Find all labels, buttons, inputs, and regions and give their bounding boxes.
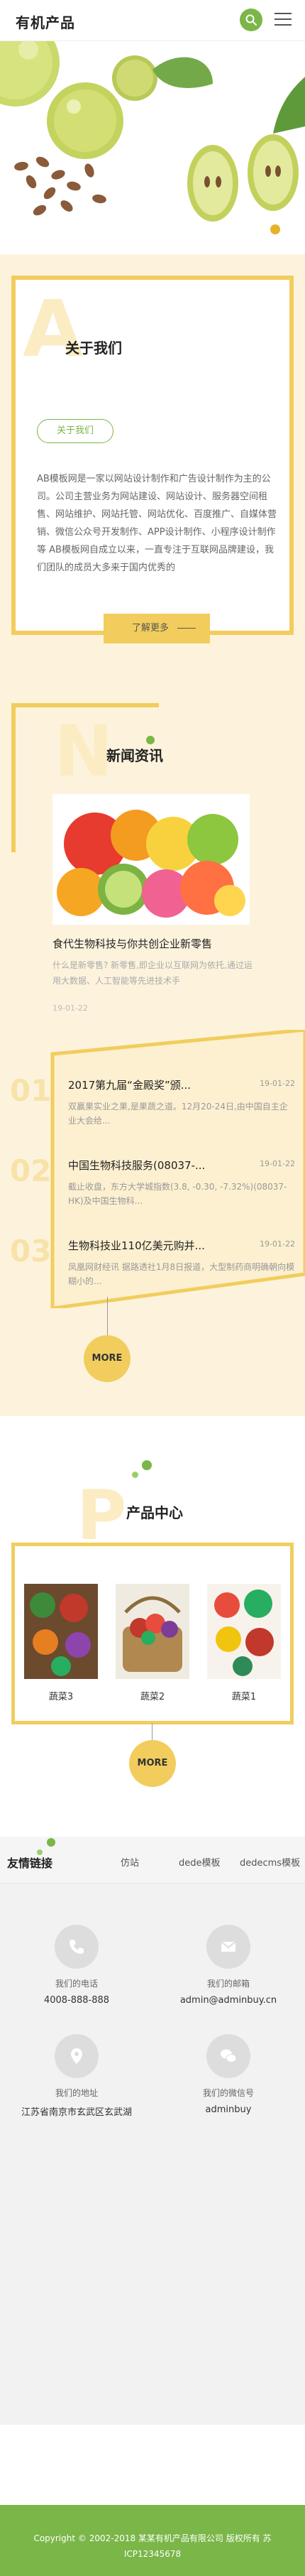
news-item[interactable]: 03 生物科技业110亿美元购并... 19-01-22 凤凰网财经讯 据路透社… xyxy=(10,1234,295,1288)
product-card[interactable]: 蔬菜3 xyxy=(24,1584,98,1702)
product-card[interactable]: 蔬菜1 xyxy=(207,1584,281,1702)
banner-image xyxy=(0,41,305,254)
news-item[interactable]: 02 中国生物科技服务(08037-... 19-01-22 截止收盘，东方大学… xyxy=(10,1153,295,1208)
news-item-title[interactable]: 中国生物科技服务(08037-... xyxy=(68,1158,231,1173)
leaf-dot-icon xyxy=(142,1460,152,1470)
product-image[interactable] xyxy=(207,1584,281,1679)
about-title: 关于我们 xyxy=(65,339,122,357)
products-title: 产品中心 xyxy=(126,1504,183,1521)
contact-section: 我们的电话 4008-888-888 我们的邮箱 admin@adminbuy.… xyxy=(0,1884,305,2425)
contact-value: 江苏省南京市玄武区玄武湖 xyxy=(21,2107,132,2118)
contact-value[interactable]: admin@adminbuy.cn xyxy=(157,1995,299,2006)
contact-label: 我们的电话 xyxy=(55,1979,98,1989)
product-card[interactable]: 蔬菜2 xyxy=(116,1584,189,1702)
friendly-link[interactable]: dede模板 xyxy=(179,1855,221,1869)
news-title: 新闻资讯 xyxy=(106,747,163,764)
contact-phone: 我们的电话 4008-888-888 xyxy=(6,1925,148,2006)
news-big-letter: N xyxy=(54,710,113,793)
copyright-text: Copyright © 2002-2018 某某有机产品有限公司 版权所有 苏I… xyxy=(33,2533,272,2559)
contact-value: adminbuy xyxy=(205,2104,252,2115)
product-name[interactable]: 蔬菜1 xyxy=(207,1689,281,1702)
products-big-letter: P xyxy=(77,1476,127,1555)
news-item-date: 19-01-22 xyxy=(260,1239,295,1249)
news-item-number: 03 xyxy=(10,1234,52,1268)
product-image[interactable] xyxy=(24,1584,98,1679)
more-connector-line xyxy=(107,1297,108,1337)
contact-wechat: 我们的微信号 adminbuy xyxy=(157,2034,299,2115)
product-name[interactable]: 蔬菜2 xyxy=(116,1689,189,1702)
news-feature-date: 19-01-22 xyxy=(52,1004,88,1013)
banner[interactable] xyxy=(0,41,305,254)
leaf-dot-icon xyxy=(132,1472,138,1478)
news-item-number: 01 xyxy=(10,1073,52,1108)
friendly-link[interactable]: 仿站 xyxy=(121,1855,139,1869)
links-title: 友情链接 xyxy=(7,1857,53,1870)
learn-more-button[interactable]: 了解更多 xyxy=(104,614,210,643)
contact-address: 我们的地址 江苏省南京市玄武区玄武湖 xyxy=(6,2034,148,2118)
contact-value[interactable]: 4008-888-888 xyxy=(6,1995,148,2006)
site-logo[interactable]: 有机产品 xyxy=(16,11,75,32)
leaf-dot-icon xyxy=(47,1838,55,1847)
search-button[interactable] xyxy=(240,9,262,31)
mail-icon xyxy=(206,1925,250,1969)
products-more-button[interactable]: MORE xyxy=(129,1740,176,1787)
news-feature-title[interactable]: 食代生物科技与你共创企业新零售 xyxy=(52,936,265,951)
news-item-summary: 截止收盘，东方大学城指数(3.8, -0.30, -7.32%)(08037-H… xyxy=(68,1182,287,1206)
phone-icon xyxy=(55,1925,99,1969)
wechat-icon xyxy=(206,2034,250,2078)
arrow-right-icon xyxy=(177,628,196,629)
menu-icon[interactable] xyxy=(274,13,292,27)
learn-more-label: 了解更多 xyxy=(132,623,170,634)
contact-label: 我们的地址 xyxy=(55,2088,98,2098)
news-item-summary: 凤凰网财经讯 据路透社1月8日报道，大型制药商明确朝向模糊小的... xyxy=(68,1262,295,1286)
fruit-image xyxy=(52,794,250,925)
news-item[interactable]: 01 2017第九届“金殿奖”颁... 19-01-22 双赢果实业之果,是果蔬… xyxy=(10,1073,295,1128)
about-text: AB模板网是一家以网站设计制作和广告设计制作为主的公司。公司主营业务为网站建设、… xyxy=(37,474,277,573)
news-feature-desc: 什么是新零售? 新零售,即企业以互联网为依托,通过运用大数据、人工智能等先进技术… xyxy=(52,960,253,986)
news-item-number: 02 xyxy=(10,1153,52,1188)
products-section: P 产品中心 蔬菜3 蔬菜2 蔬菜1 MORE xyxy=(0,1416,305,1837)
leaf-dot-icon xyxy=(146,736,155,744)
news-item-summary: 双赢果实业之果,是果蔬之道。12月20-24日,由中国自主企业大会给... xyxy=(68,1102,288,1126)
about-card: A 关于我们 关于我们 AB模板网是一家以网站设计制作和广告设计制作为主的公司。… xyxy=(11,276,294,643)
product-image[interactable] xyxy=(116,1584,189,1679)
contact-label: 我们的微信号 xyxy=(202,2088,254,2098)
news-section: N 新闻资讯 食代生物科技与你共创企业新零售 什么是新零售? 新零售,即企业以互… xyxy=(0,661,305,1416)
news-item-title[interactable]: 2017第九届“金殿奖”颁... xyxy=(68,1077,231,1092)
news-more-button[interactable]: MORE xyxy=(84,1335,131,1382)
header: 有机产品 xyxy=(0,0,305,41)
news-feature-image[interactable] xyxy=(52,794,250,925)
friendly-link[interactable]: dedecms模板 xyxy=(240,1855,300,1869)
news-item-date: 19-01-22 xyxy=(260,1159,295,1168)
search-icon xyxy=(245,14,257,26)
news-item-title[interactable]: 生物科技业110亿美元购并... xyxy=(68,1238,231,1253)
friendly-links: 友情链接 仿站 dede模板 dedecms模板 xyxy=(0,1837,305,1884)
page: 有机产品 A 关于我们 关于我们 AB模板网是一家以网站设计制作和广告设计制作为… xyxy=(0,0,305,2576)
product-name[interactable]: 蔬菜3 xyxy=(24,1689,98,1702)
contact-email: 我们的邮箱 admin@adminbuy.cn xyxy=(157,1925,299,2006)
footer: Copyright © 2002-2018 某某有机产品有限公司 版权所有 苏I… xyxy=(0,2505,305,2576)
contact-label: 我们的邮箱 xyxy=(206,1979,250,1989)
about-section: A 关于我们 关于我们 AB模板网是一家以网站设计制作和广告设计制作为主的公司。… xyxy=(0,254,305,661)
about-us-button[interactable]: 关于我们 xyxy=(37,419,113,443)
location-icon xyxy=(55,2034,99,2078)
news-item-date: 19-01-22 xyxy=(260,1079,295,1088)
